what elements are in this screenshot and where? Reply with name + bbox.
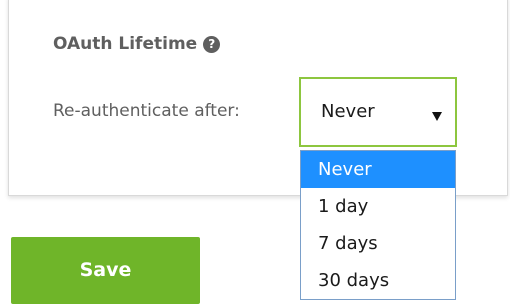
select-value: Never — [321, 101, 375, 122]
dropdown-option-1-day[interactable]: 1 day — [301, 188, 455, 225]
save-button[interactable]: Save — [11, 237, 200, 304]
dropdown-option-never[interactable]: Never — [301, 151, 455, 188]
question-circle-icon[interactable]: ? — [203, 35, 221, 53]
caret-down-icon — [432, 112, 442, 121]
reauth-label: Re-authenticate after: — [53, 101, 240, 121]
settings-page: OAuth Lifetime ? Re-authenticate after: … — [0, 0, 510, 304]
reauth-dropdown-list: Never 1 day 7 days 30 days — [300, 150, 456, 300]
dropdown-option-30-days[interactable]: 30 days — [301, 262, 455, 299]
section-title-text: OAuth Lifetime — [53, 34, 198, 54]
reauth-select[interactable]: Never — [299, 77, 457, 147]
dropdown-option-7-days[interactable]: 7 days — [301, 225, 455, 262]
section-title: OAuth Lifetime ? — [53, 34, 221, 54]
